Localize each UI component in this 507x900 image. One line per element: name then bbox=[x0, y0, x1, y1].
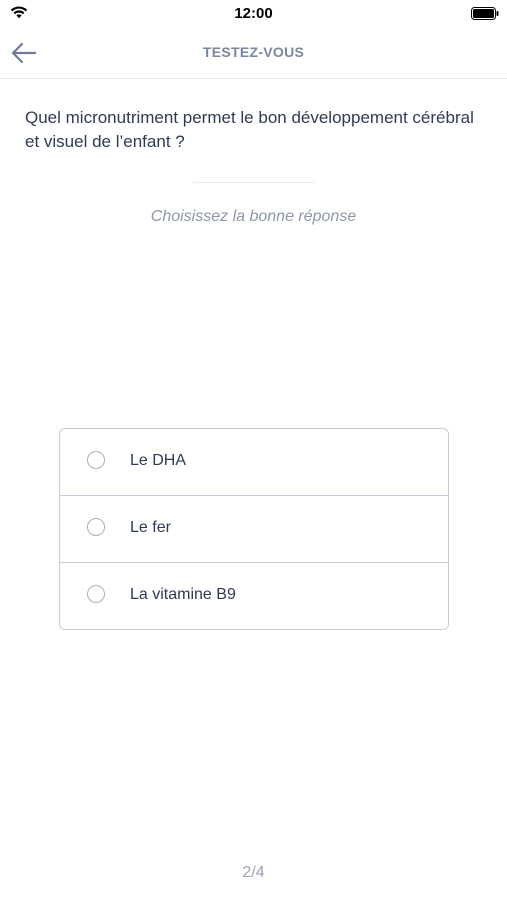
answer-option-dha[interactable]: Le DHA bbox=[60, 429, 448, 496]
radio-button[interactable] bbox=[87, 518, 105, 536]
answer-label: Le DHA bbox=[130, 452, 187, 469]
divider bbox=[193, 182, 315, 183]
answer-label: Le fer bbox=[130, 519, 171, 536]
answer-option-fer[interactable]: Le fer bbox=[60, 496, 448, 563]
nav-bar: TESTEZ-VOUS bbox=[0, 28, 507, 79]
answer-option-vitamine-b9[interactable]: La vitamine B9 bbox=[60, 563, 448, 629]
radio-button[interactable] bbox=[87, 451, 105, 469]
page-title: TESTEZ-VOUS bbox=[202, 44, 305, 60]
status-time: 12:00 bbox=[234, 5, 273, 22]
page-indicator: 2/4 bbox=[242, 864, 265, 881]
status-bar: 12:00 bbox=[0, 0, 507, 28]
quiz-question: Quel micronutriment permet le bon dévelo… bbox=[25, 108, 474, 151]
battery-icon bbox=[471, 7, 499, 20]
answer-label: La vitamine B9 bbox=[130, 586, 236, 603]
answer-list: Le DHA Le fer La vitamine B9 bbox=[59, 428, 449, 630]
quiz-instruction: Choisissez la bonne réponse bbox=[150, 208, 357, 225]
radio-button[interactable] bbox=[87, 585, 105, 603]
